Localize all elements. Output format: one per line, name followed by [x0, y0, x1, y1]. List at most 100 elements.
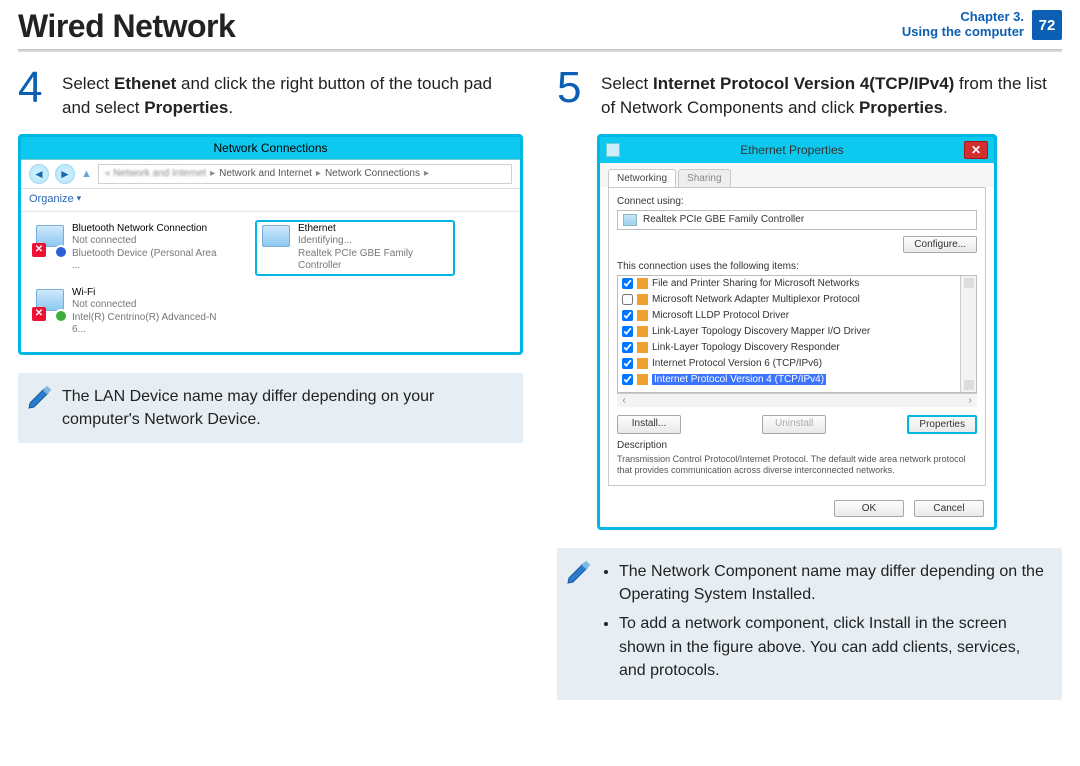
- wifi-icon: [54, 309, 68, 323]
- ep-app-icon: [606, 143, 620, 157]
- nc-toolbar2: Organize: [21, 189, 520, 212]
- connection-status: Identifying...: [298, 235, 452, 248]
- connection-item[interactable]: EthernetIdentifying...Realtek PCIe GBE F…: [255, 220, 455, 276]
- connection-device: Intel(R) Centrino(R) Advanced-N 6...: [72, 312, 226, 337]
- connection-name: Wi-Fi: [72, 287, 226, 300]
- configure-button[interactable]: Configure...: [903, 236, 977, 253]
- component-checkbox[interactable]: [622, 278, 633, 289]
- ep-title: Ethernet Properties: [626, 143, 958, 157]
- ok-button[interactable]: OK: [834, 500, 904, 517]
- connect-using-label: Connect using:: [617, 196, 977, 207]
- connection-name: Ethernet: [298, 223, 452, 236]
- step-5: 5 Select Internet Protocol Version 4(TCP…: [557, 68, 1062, 120]
- connection-icon: ✕: [32, 223, 66, 257]
- back-button[interactable]: ◄: [29, 164, 49, 184]
- connection-icon: ✕: [32, 287, 66, 321]
- left-column: 4 Select Ethenet and click the right but…: [18, 68, 523, 700]
- component-row[interactable]: Link-Layer Topology Discovery Responder: [618, 340, 960, 356]
- right-column: 5 Select Internet Protocol Version 4(TCP…: [557, 68, 1062, 700]
- component-checkbox[interactable]: [622, 374, 633, 385]
- step-5-number: 5: [557, 68, 591, 120]
- crumb-blurred: « Network and Internet: [105, 168, 206, 179]
- adapter-field: Realtek PCIe GBE Family Controller: [617, 210, 977, 230]
- component-icon: [637, 342, 648, 353]
- forward-button[interactable]: ►: [55, 164, 75, 184]
- component-icon: [637, 310, 648, 321]
- uninstall-button: Uninstall: [762, 415, 826, 434]
- page-header: Wired Network Chapter 3. Using the compu…: [0, 0, 1080, 47]
- organize-menu[interactable]: Organize: [29, 193, 81, 205]
- tab-sharing[interactable]: Sharing: [678, 169, 730, 187]
- chapter-line2: Using the computer: [902, 25, 1024, 40]
- ep-body: Connect using: Realtek PCIe GBE Family C…: [608, 187, 986, 486]
- description-text: Transmission Control Protocol/Internet P…: [617, 454, 977, 477]
- components-listbox[interactable]: File and Printer Sharing for Microsoft N…: [617, 275, 977, 393]
- header-right: Chapter 3. Using the computer 72: [902, 10, 1062, 40]
- component-label: Internet Protocol Version 4 (TCP/IPv4): [652, 374, 826, 385]
- page-title: Wired Network: [18, 8, 902, 45]
- note-icon: [565, 558, 593, 586]
- tab-networking[interactable]: Networking: [608, 169, 676, 187]
- connection-name: Bluetooth Network Connection: [72, 223, 226, 236]
- note-right: The Network Component name may differ de…: [557, 548, 1062, 700]
- horizontal-scrollbar[interactable]: ‹›: [617, 393, 977, 407]
- component-icon: [637, 294, 648, 305]
- component-row[interactable]: File and Printer Sharing for Microsoft N…: [618, 276, 960, 292]
- note-icon: [26, 383, 54, 411]
- scroll-right-icon[interactable]: ›: [963, 395, 977, 406]
- component-label: Link-Layer Topology Discovery Mapper I/O…: [652, 326, 870, 337]
- step-4-number: 4: [18, 68, 52, 120]
- component-row[interactable]: Internet Protocol Version 4 (TCP/IPv4): [618, 372, 960, 388]
- note-right-bullet-1: The Network Component name may differ de…: [619, 560, 1048, 606]
- ep-tabs: Networking Sharing: [600, 163, 994, 187]
- adapter-name: Realtek PCIe GBE Family Controller: [643, 214, 804, 225]
- ep-footer: OK Cancel: [600, 494, 994, 527]
- component-row[interactable]: Internet Protocol Version 6 (TCP/IPv6): [618, 356, 960, 372]
- note-right-bullet-2: To add a network component, click Instal…: [619, 612, 1048, 682]
- connection-status: Not connected: [72, 235, 226, 248]
- crumb-3[interactable]: Network Connections: [325, 168, 420, 179]
- vertical-scrollbar[interactable]: [960, 276, 976, 392]
- cancel-button[interactable]: Cancel: [914, 500, 984, 517]
- connection-device: Bluetooth Device (Personal Area ...: [72, 248, 226, 273]
- nc-titlebar: Network Connections: [21, 137, 520, 160]
- bluetooth-icon: [54, 245, 68, 259]
- component-row[interactable]: Microsoft LLDP Protocol Driver: [618, 308, 960, 324]
- ethernet-properties-dialog: Ethernet Properties ✕ Networking Sharing…: [597, 134, 997, 530]
- note-left: The LAN Device name may differ depending…: [18, 373, 523, 443]
- note-left-text: The LAN Device name may differ depending…: [62, 388, 434, 428]
- component-label: File and Printer Sharing for Microsoft N…: [652, 278, 859, 289]
- header-rule: [18, 49, 1062, 52]
- nc-body: ✕Bluetooth Network ConnectionNot connect…: [21, 212, 520, 352]
- disabled-x-icon: ✕: [32, 243, 46, 257]
- breadcrumb[interactable]: « Network and Internet ▸ Network and Int…: [98, 164, 512, 184]
- up-icon[interactable]: ▲: [81, 168, 92, 180]
- chapter-line1: Chapter 3.: [902, 10, 1024, 25]
- nc-toolbar: ◄ ► ▲ « Network and Internet ▸ Network a…: [21, 160, 520, 189]
- step-5-text: Select Internet Protocol Version 4(TCP/I…: [601, 68, 1062, 120]
- component-checkbox[interactable]: [622, 358, 633, 369]
- properties-button[interactable]: Properties: [907, 415, 977, 434]
- connection-status: Not connected: [72, 299, 226, 312]
- step-4: 4 Select Ethenet and click the right but…: [18, 68, 523, 120]
- component-row[interactable]: Link-Layer Topology Discovery Mapper I/O…: [618, 324, 960, 340]
- component-checkbox[interactable]: [622, 342, 633, 353]
- component-label: Link-Layer Topology Discovery Responder: [652, 342, 840, 353]
- component-row[interactable]: Microsoft Network Adapter Multiplexor Pr…: [618, 292, 960, 308]
- chapter-label: Chapter 3. Using the computer: [902, 10, 1024, 40]
- component-checkbox[interactable]: [622, 294, 633, 305]
- connection-item[interactable]: ✕ Wi-FiNot connectedIntel(R) Centrino(R) …: [29, 284, 229, 340]
- scroll-left-icon[interactable]: ‹: [617, 395, 631, 406]
- component-icon: [637, 374, 648, 385]
- component-checkbox[interactable]: [622, 326, 633, 337]
- component-label: Microsoft LLDP Protocol Driver: [652, 310, 789, 321]
- component-checkbox[interactable]: [622, 310, 633, 321]
- install-button[interactable]: Install...: [617, 415, 681, 434]
- description-label: Description: [617, 440, 977, 451]
- network-connections-window: Network Connections ◄ ► ▲ « Network and …: [18, 134, 523, 355]
- component-icon: [637, 278, 648, 289]
- crumb-2[interactable]: Network and Internet: [219, 168, 312, 179]
- disabled-x-icon: ✕: [32, 307, 46, 321]
- connection-item[interactable]: ✕ Bluetooth Network ConnectionNot connect…: [29, 220, 229, 276]
- close-button[interactable]: ✕: [964, 141, 988, 159]
